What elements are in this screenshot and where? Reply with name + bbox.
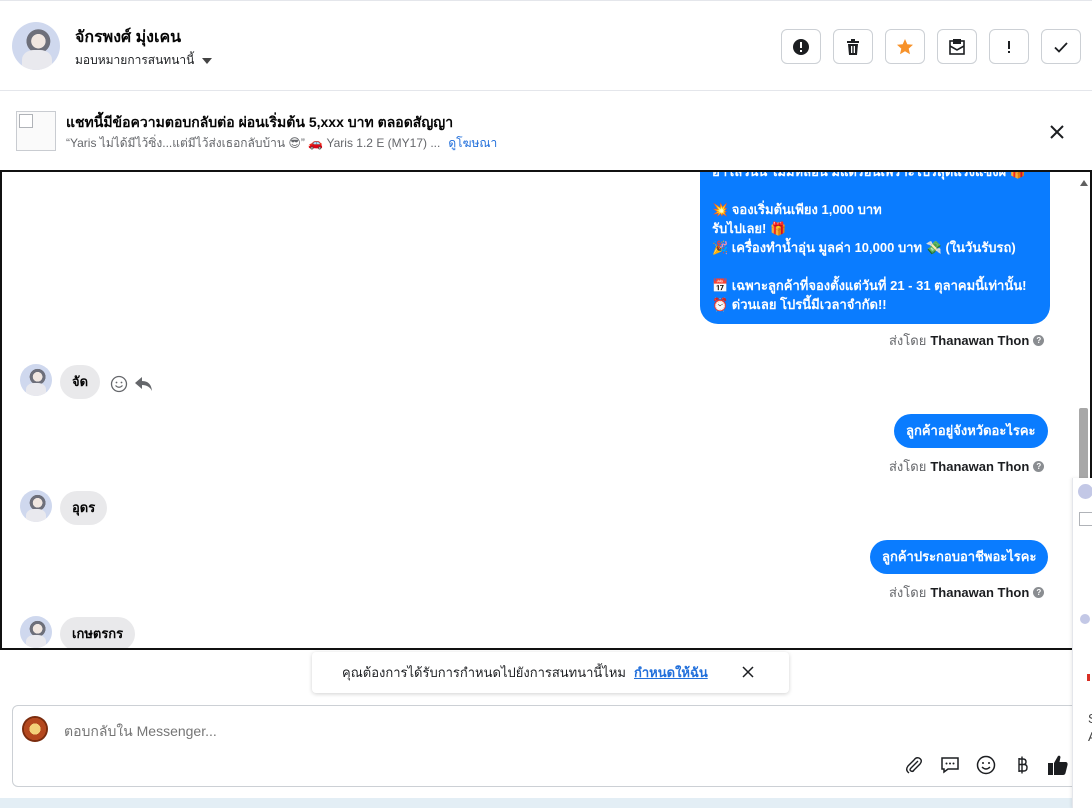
- sent-by-label: ส่งโดย Thanawan Thon?: [889, 582, 1045, 603]
- side-panel-letter: A: [1088, 728, 1092, 746]
- important-button[interactable]: [989, 29, 1029, 64]
- avatar[interactable]: [1080, 614, 1090, 624]
- reply-input[interactable]: [62, 722, 862, 740]
- alert-icon: [1087, 674, 1090, 681]
- side-panel-text: S A: [1088, 710, 1092, 746]
- ad-subtitle: “Yaris ไม่ได้มีไว้ซิ่ง...แต่มีไว้ส่งเธอก…: [66, 134, 497, 153]
- mark-unread-button[interactable]: [937, 29, 977, 64]
- saved-reply-button[interactable]: [939, 754, 961, 776]
- report-button[interactable]: [781, 29, 821, 64]
- done-button[interactable]: [1041, 29, 1081, 64]
- contact-avatar-small[interactable]: [20, 364, 52, 396]
- outgoing-message[interactable]: ลูกค้าประกอบอาชีพอะไรคะ: [870, 540, 1049, 574]
- close-icon[interactable]: [1047, 122, 1067, 142]
- chevron-down-icon: [202, 57, 213, 64]
- sent-by-label: ส่งโดย Thanawan Thon?: [889, 456, 1045, 477]
- promo-line: 🎉 เครื่องทำน้ำอุ่น มูลค่า 10,000 บาท 💸 (…: [712, 240, 1016, 255]
- assign-dropdown[interactable]: มอบหมายการสนทนานี้: [75, 51, 213, 70]
- header-actions: [781, 29, 1081, 64]
- bottom-bar: [0, 798, 1092, 808]
- ad-context-bar: แชทนี้มีข้อความตอบกลับต่อ ผ่อนเริ่มต้น 5…: [0, 91, 1092, 158]
- emoji-icon: [976, 755, 996, 775]
- baht-icon: [1018, 756, 1028, 774]
- promo-line: 💥 จองเริ่มต้นเพียง 1,000 บาท: [712, 202, 882, 217]
- side-panel: S A: [1072, 478, 1092, 808]
- saved-reply-icon: [941, 757, 959, 774]
- star-button[interactable]: [885, 29, 925, 64]
- assign-label: มอบหมายการสนทนานี้: [75, 53, 195, 67]
- promo-line: 📅 เฉพาะลูกค้าที่จองตั้งแต่วันที่ 21 - 31…: [712, 278, 1027, 293]
- emoji-button[interactable]: [975, 754, 997, 776]
- incoming-message[interactable]: จัด: [60, 365, 101, 399]
- help-icon[interactable]: ?: [1033, 461, 1045, 472]
- report-icon: [793, 38, 809, 55]
- sent-by-prefix: ส่งโดย: [889, 459, 927, 474]
- help-icon[interactable]: ?: [1033, 335, 1045, 346]
- view-ad-link[interactable]: ดูโฆษณา: [448, 136, 497, 150]
- trash-icon: [847, 38, 859, 55]
- contact-avatar[interactable]: [12, 22, 60, 70]
- like-icon: [1048, 755, 1068, 775]
- reply-composer: [12, 705, 1080, 787]
- contact-avatar-small[interactable]: [20, 616, 52, 648]
- reply-icon[interactable]: [134, 375, 154, 393]
- agent-name: Thanawan Thon: [930, 459, 1030, 474]
- mark-unread-icon: [949, 38, 965, 55]
- contact-name[interactable]: จักรพงศ์ มุ่งเคน: [75, 25, 181, 50]
- react-emoji-icon[interactable]: [110, 375, 128, 393]
- composer-tools: [903, 754, 1069, 776]
- ad-title: แชทนี้มีข้อความตอบกลับต่อ ผ่อนเริ่มต้น 5…: [66, 114, 454, 130]
- page-avatar: [22, 716, 48, 742]
- assign-to-me-link[interactable]: กำหนดให้ฉัน: [634, 662, 708, 683]
- promo-line: ⏰ ด่วนเลย โปรนี้มีเวลาจำกัด!!: [712, 297, 887, 312]
- agent-name: Thanawan Thon: [930, 585, 1030, 600]
- close-icon[interactable]: [740, 664, 756, 680]
- star-icon: [897, 38, 913, 54]
- check-icon: [1054, 41, 1068, 53]
- image-placeholder: [1079, 512, 1092, 526]
- promo-line: รับไปเลย! 🎁: [712, 221, 787, 236]
- scroll-up-arrow-icon[interactable]: [1080, 180, 1088, 186]
- sent-by-prefix: ส่งโดย: [889, 333, 927, 348]
- sent-by-label: ส่งโดย Thanawan Thon?: [889, 330, 1045, 351]
- important-icon: [1008, 40, 1010, 53]
- scrollbar-thumb[interactable]: [1079, 408, 1088, 480]
- payment-button[interactable]: [1011, 754, 1033, 776]
- help-icon[interactable]: ?: [1033, 587, 1045, 598]
- side-panel-letter: S: [1088, 710, 1092, 728]
- attach-button[interactable]: [903, 754, 925, 776]
- message-actions: [110, 375, 154, 393]
- assign-prompt: คุณต้องการได้รับการกำหนดไปยังการสนทนานี้…: [312, 652, 789, 693]
- like-button[interactable]: [1047, 754, 1069, 776]
- promo-spacer: [712, 257, 1038, 276]
- promo-line: ฮาโลวีนนี้ ไม่มีหลอน มีแต่ร้อนเพราะโปรสุ…: [712, 170, 1026, 179]
- contact-avatar-small[interactable]: [20, 490, 52, 522]
- assign-prompt-text: คุณต้องการได้รับการกำหนดไปยังการสนทนานี้…: [342, 665, 626, 680]
- incoming-message[interactable]: เกษตรกร: [60, 617, 136, 648]
- message-thread[interactable]: ฮาโลวีนนี้ ไม่มีหลอน มีแต่ร้อนเพราะโปรสุ…: [0, 170, 1092, 650]
- ad-subtitle-text: “Yaris ไม่ได้มีไว้ซิ่ง...แต่มีไว้ส่งเธอก…: [66, 136, 441, 150]
- promo-spacer: [712, 181, 1038, 200]
- ad-thumbnail: [16, 111, 56, 151]
- delete-button[interactable]: [833, 29, 873, 64]
- outgoing-promo-message: ฮาโลวีนนี้ ไม่มีหลอน มีแต่ร้อนเพราะโปรสุ…: [700, 170, 1050, 324]
- outgoing-message[interactable]: ลูกค้าอยู่จังหวัดอะไรคะ: [894, 414, 1048, 448]
- avatar[interactable]: [1078, 484, 1092, 499]
- incoming-message[interactable]: อุดร: [60, 491, 108, 525]
- conversation-header: จักรพงศ์ มุ่งเคน มอบหมายการสนทนานี้: [0, 0, 1092, 91]
- agent-name: Thanawan Thon: [930, 333, 1030, 348]
- sent-by-prefix: ส่งโดย: [889, 585, 927, 600]
- attach-icon: [906, 757, 922, 774]
